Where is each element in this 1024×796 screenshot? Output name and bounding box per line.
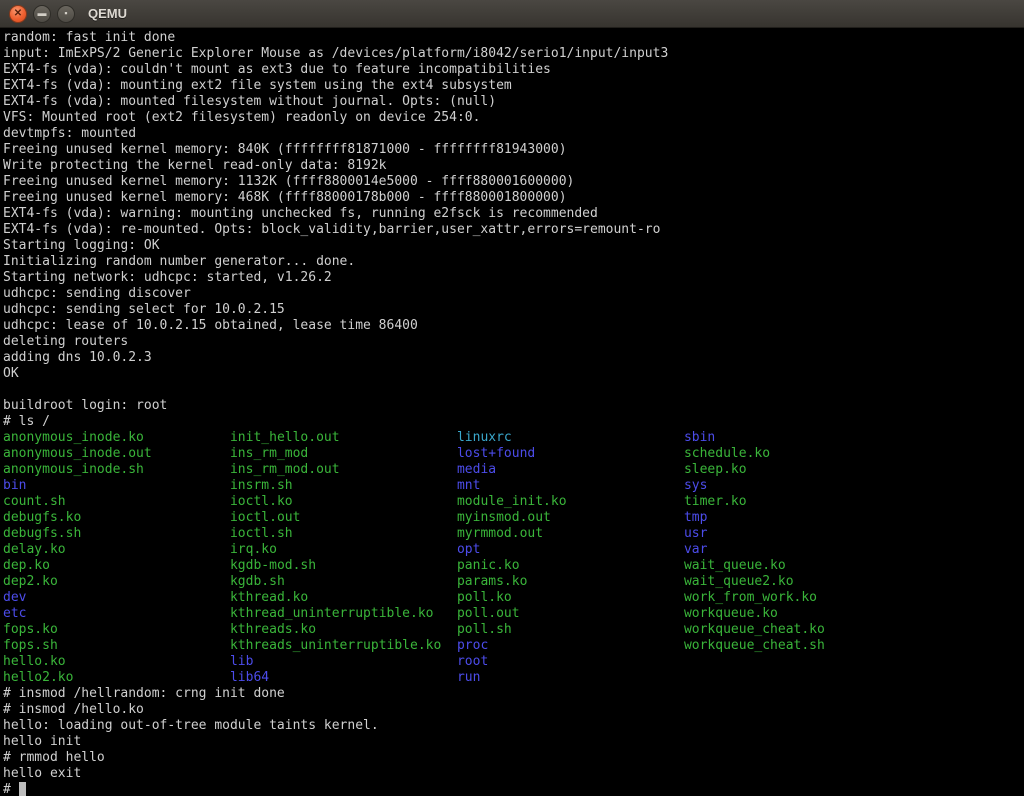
- terminal-line: buildroot login: root: [3, 398, 1024, 414]
- terminal-line: [3, 382, 1024, 398]
- terminal-line: dev kthread.ko poll.ko work_from_work.ko: [3, 590, 1024, 606]
- terminal-line: Freeing unused kernel memory: 1132K (fff…: [3, 174, 1024, 190]
- window-title: QEMU: [88, 6, 127, 21]
- terminal-line: EXT4-fs (vda): warning: mounting uncheck…: [3, 206, 1024, 222]
- terminal-line: EXT4-fs (vda): couldn't mount as ext3 du…: [3, 62, 1024, 78]
- terminal-line: anonymous_inode.out ins_rm_mod lost+foun…: [3, 446, 1024, 462]
- minimize-icon: ▬: [38, 9, 47, 18]
- terminal-line: dep2.ko kgdb.sh params.ko wait_queue2.ko: [3, 574, 1024, 590]
- terminal-line: EXT4-fs (vda): mounting ext2 file system…: [3, 78, 1024, 94]
- terminal-line: deleting routers: [3, 334, 1024, 350]
- terminal-line: hello exit: [3, 766, 1024, 782]
- terminal-line: devtmpfs: mounted: [3, 126, 1024, 142]
- terminal-line: Freeing unused kernel memory: 468K (ffff…: [3, 190, 1024, 206]
- terminal-line: Write protecting the kernel read-only da…: [3, 158, 1024, 174]
- terminal-line: udhcpc: lease of 10.0.2.15 obtained, lea…: [3, 318, 1024, 334]
- terminal-line: #: [3, 782, 1024, 796]
- terminal-line: # rmmod hello: [3, 750, 1024, 766]
- terminal-output[interactable]: random: fast init doneinput: ImExPS/2 Ge…: [0, 28, 1024, 796]
- terminal-line: EXT4-fs (vda): re-mounted. Opts: block_v…: [3, 222, 1024, 238]
- terminal-line: Initializing random number generator... …: [3, 254, 1024, 270]
- close-icon: ✕: [14, 9, 22, 19]
- terminal-line: hello init: [3, 734, 1024, 750]
- terminal-line: anonymous_inode.ko init_hello.out linuxr…: [3, 430, 1024, 446]
- terminal-line: fops.ko kthreads.ko poll.sh workqueue_ch…: [3, 622, 1024, 638]
- terminal-line: hello.ko lib root: [3, 654, 1024, 670]
- maximize-button[interactable]: ▪: [57, 5, 75, 23]
- title-bar[interactable]: ✕ ▬ ▪ QEMU: [0, 0, 1024, 28]
- terminal-line: bin insrm.sh mnt sys: [3, 478, 1024, 494]
- terminal-line: OK: [3, 366, 1024, 382]
- terminal-line: Starting logging: OK: [3, 238, 1024, 254]
- terminal-line: hello: loading out-of-tree module taints…: [3, 718, 1024, 734]
- terminal-line: etc kthread_uninterruptible.ko poll.out …: [3, 606, 1024, 622]
- qemu-window: ✕ ▬ ▪ QEMU random: fast init doneinput: …: [0, 0, 1024, 796]
- terminal-line: fops.sh kthreads_uninterruptible.ko proc…: [3, 638, 1024, 654]
- maximize-icon: ▪: [64, 9, 67, 18]
- terminal-line: Freeing unused kernel memory: 840K (ffff…: [3, 142, 1024, 158]
- terminal-line: VFS: Mounted root (ext2 filesystem) read…: [3, 110, 1024, 126]
- terminal-line: udhcpc: sending select for 10.0.2.15: [3, 302, 1024, 318]
- terminal-line: # ls /: [3, 414, 1024, 430]
- close-button[interactable]: ✕: [9, 5, 27, 23]
- terminal-line: input: ImExPS/2 Generic Explorer Mouse a…: [3, 46, 1024, 62]
- terminal-line: debugfs.ko ioctl.out myinsmod.out tmp: [3, 510, 1024, 526]
- terminal-cursor: [19, 782, 27, 796]
- terminal-line: Starting network: udhcpc: started, v1.26…: [3, 270, 1024, 286]
- terminal-line: dep.ko kgdb-mod.sh panic.ko wait_queue.k…: [3, 558, 1024, 574]
- terminal-line: count.sh ioctl.ko module_init.ko timer.k…: [3, 494, 1024, 510]
- minimize-button[interactable]: ▬: [33, 5, 51, 23]
- terminal-line: udhcpc: sending discover: [3, 286, 1024, 302]
- terminal-line: adding dns 10.0.2.3: [3, 350, 1024, 366]
- terminal-line: # insmod /hellrandom: crng init done: [3, 686, 1024, 702]
- terminal-line: anonymous_inode.sh ins_rm_mod.out media …: [3, 462, 1024, 478]
- terminal-line: random: fast init done: [3, 30, 1024, 46]
- terminal-line: # insmod /hello.ko: [3, 702, 1024, 718]
- window-controls: ✕ ▬ ▪: [0, 5, 75, 23]
- terminal-line: hello2.ko lib64 run: [3, 670, 1024, 686]
- terminal-line: debugfs.sh ioctl.sh myrmmod.out usr: [3, 526, 1024, 542]
- terminal-line: delay.ko irq.ko opt var: [3, 542, 1024, 558]
- terminal-line: EXT4-fs (vda): mounted filesystem withou…: [3, 94, 1024, 110]
